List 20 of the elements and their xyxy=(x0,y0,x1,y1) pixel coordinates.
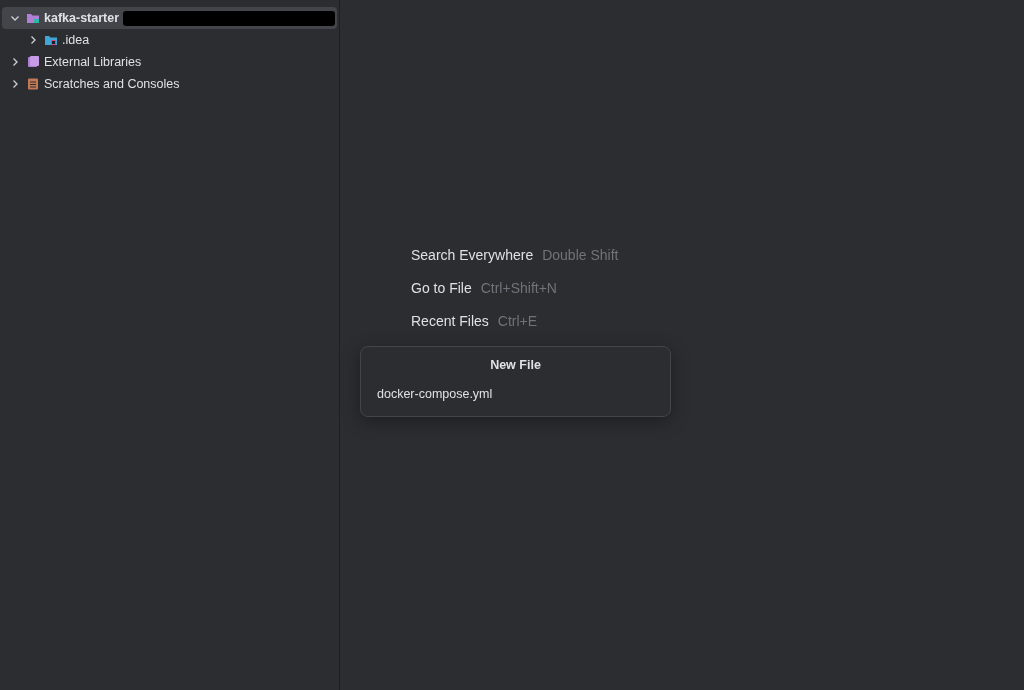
scratches-icon xyxy=(26,77,40,91)
project-folder-icon xyxy=(26,11,40,25)
library-icon xyxy=(26,55,40,69)
hint-shortcut: Ctrl+Shift+N xyxy=(480,279,557,298)
popup-title: New File xyxy=(489,357,542,374)
folder-icon xyxy=(44,33,58,47)
tree-item-label: .idea xyxy=(62,31,90,49)
tree-row[interactable]: Scratches and Consoles xyxy=(2,73,337,95)
tree-item-label: kafka-starter xyxy=(44,9,120,27)
hint-shortcut: Ctrl+E xyxy=(497,312,538,331)
tree-row[interactable]: .idea xyxy=(2,29,337,51)
tree-item-label: Scratches and Consoles xyxy=(44,75,180,93)
tree-row[interactable]: External Libraries xyxy=(2,51,337,73)
hint-action: Recent Files xyxy=(411,312,489,331)
file-name-field[interactable]: docker-compose.yml xyxy=(377,384,654,404)
tree-row[interactable]: kafka-starter xyxy=(2,7,337,29)
hint-action: Go to File xyxy=(411,279,472,298)
tree-item-label: External Libraries xyxy=(44,53,142,71)
hint-action: Search Everywhere xyxy=(411,246,534,265)
hint-shortcut: Double Shift xyxy=(542,246,619,265)
